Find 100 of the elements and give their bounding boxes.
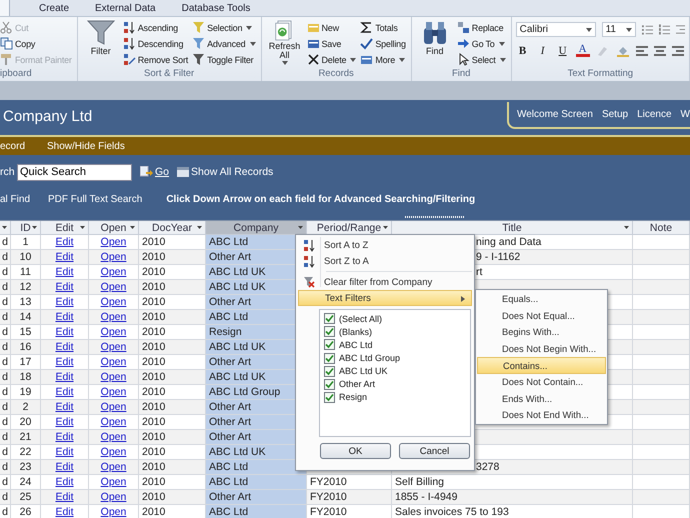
table-link[interactable]: Open (100, 251, 126, 263)
column-header[interactable]: Open (89, 221, 139, 235)
menu-item[interactable]: Begins With... (477, 324, 606, 341)
table-link[interactable]: Open (100, 296, 126, 308)
search-field[interactable]: Quick Search (17, 164, 132, 180)
nav-link[interactable]: Welcome Screen (516, 109, 593, 120)
table-link[interactable]: Edit (55, 281, 74, 293)
checkbox[interactable] (324, 339, 335, 350)
nav-link[interactable]: Licence (637, 109, 672, 120)
table-link[interactable]: Open (100, 326, 126, 338)
ribbon-tab[interactable]: External Data (82, 3, 169, 16)
ribbon-button[interactable]: Save (306, 36, 358, 51)
menu-item[interactable]: Contains... (477, 357, 606, 374)
go-button[interactable]: Go (140, 166, 170, 178)
table-link[interactable]: Edit (55, 311, 74, 323)
table-link[interactable]: Open (100, 461, 126, 473)
table-link[interactable]: Open (100, 506, 126, 518)
ribbon-button[interactable]: New (306, 20, 358, 35)
splitter-grip[interactable] (405, 215, 465, 219)
ribbon-button[interactable]: Find (416, 20, 454, 68)
table-link[interactable]: Edit (55, 356, 74, 368)
ribbon-tab[interactable]: Create (26, 3, 82, 16)
table-link[interactable]: Edit (55, 251, 74, 263)
dialog-button[interactable]: OK (320, 443, 391, 459)
table-link[interactable]: Edit (55, 416, 74, 428)
table-link[interactable]: Open (100, 356, 126, 368)
table-link[interactable]: Open (100, 341, 126, 353)
column-header[interactable] (0, 221, 11, 235)
command-link[interactable]: Show/Hide Fields (47, 140, 125, 152)
nav-link[interactable]: W (680, 109, 690, 120)
menu-item[interactable]: Text Filters (298, 290, 472, 306)
ribbon-button[interactable]: Delete (306, 52, 358, 67)
table-link[interactable]: Edit (55, 401, 74, 413)
table-link[interactable]: Edit (55, 326, 74, 338)
table-link[interactable]: Open (100, 491, 126, 503)
menu-item[interactable]: Equals... (477, 291, 606, 308)
format-button[interactable]: I (536, 44, 550, 56)
table-link[interactable]: Open (100, 416, 126, 428)
table-link[interactable]: Open (100, 311, 126, 323)
ribbon-button[interactable]: Advanced (192, 36, 256, 51)
table-link[interactable]: Open (100, 371, 126, 383)
checkbox[interactable] (324, 366, 335, 377)
ribbon-button[interactable]: Refresh All (266, 20, 304, 68)
format-button[interactable]: U (556, 44, 570, 56)
menu-item[interactable]: Does Not Equal... (477, 308, 606, 324)
table-link[interactable]: Open (100, 386, 126, 398)
ribbon-button[interactable]: Select (456, 52, 507, 67)
table-link[interactable]: Edit (55, 446, 74, 458)
ribbon-button[interactable]: Totals (360, 20, 407, 35)
ribbon-button[interactable]: Copy (0, 36, 73, 51)
nav-link[interactable]: Setup (602, 109, 628, 120)
ribbon-button[interactable]: Filter (82, 20, 120, 68)
checkbox[interactable] (324, 378, 335, 390)
column-header[interactable]: ID (11, 221, 41, 235)
ribbon-button[interactable]: Ascending (122, 20, 190, 35)
column-header[interactable]: Note (633, 221, 690, 235)
table-link[interactable]: Edit (55, 371, 74, 383)
menu-item[interactable]: Ends With... (477, 390, 606, 408)
menu-item[interactable]: Does Not End With... (477, 407, 606, 424)
ribbon-button[interactable]: Replace (456, 20, 507, 35)
table-link[interactable]: Open (100, 281, 126, 293)
size-dropdown[interactable]: 11 (602, 22, 636, 37)
search-link[interactable]: al Find (0, 194, 30, 204)
menu-item[interactable]: Does Not Begin With... (477, 340, 606, 358)
table-link[interactable]: Edit (55, 431, 74, 443)
checkbox[interactable] (324, 392, 335, 403)
ribbon-button[interactable]: Remove Sort (122, 52, 190, 67)
table-link[interactable]: Edit (55, 296, 74, 308)
menu-item[interactable]: Does Not Contain... (477, 374, 606, 391)
checkbox[interactable] (324, 352, 335, 364)
table-link[interactable]: Edit (55, 491, 74, 503)
checkbox[interactable] (324, 326, 335, 338)
table-link[interactable]: Open (100, 446, 126, 458)
column-header[interactable]: Edit (41, 221, 89, 235)
format-button[interactable]: B (516, 44, 530, 56)
command-link[interactable]: ecord (0, 140, 26, 152)
show-all-button[interactable]: Show All Records (177, 166, 274, 178)
font-color-button[interactable]: A (576, 44, 590, 57)
ribbon-button[interactable]: Selection (192, 20, 256, 35)
table-link[interactable]: Open (100, 266, 126, 278)
ribbon-tab[interactable]: Database Tools (168, 3, 264, 16)
table-link[interactable]: Edit (55, 266, 74, 278)
table-link[interactable]: Open (100, 401, 126, 413)
table-link[interactable]: Edit (55, 341, 74, 353)
checkbox[interactable] (324, 313, 335, 324)
ribbon-button[interactable]: Descending (122, 36, 190, 51)
table-link[interactable]: Open (100, 476, 126, 488)
dialog-button[interactable]: Cancel (399, 443, 470, 459)
table-link[interactable]: Open (100, 236, 126, 248)
table-link[interactable]: Edit (55, 461, 74, 473)
table-link[interactable]: Edit (55, 236, 74, 248)
table-link[interactable]: Open (100, 431, 126, 443)
ribbon-button[interactable]: Spelling (360, 36, 407, 51)
search-link[interactable]: PDF Full Text Search (48, 194, 142, 204)
table-link[interactable]: Edit (55, 476, 74, 488)
ribbon-button[interactable]: Go To (456, 36, 507, 51)
ribbon-button[interactable]: More (360, 52, 407, 67)
ribbon-button[interactable]: Toggle Filter (192, 52, 256, 67)
table-link[interactable]: Edit (55, 506, 74, 518)
column-header[interactable]: Company (206, 221, 307, 235)
